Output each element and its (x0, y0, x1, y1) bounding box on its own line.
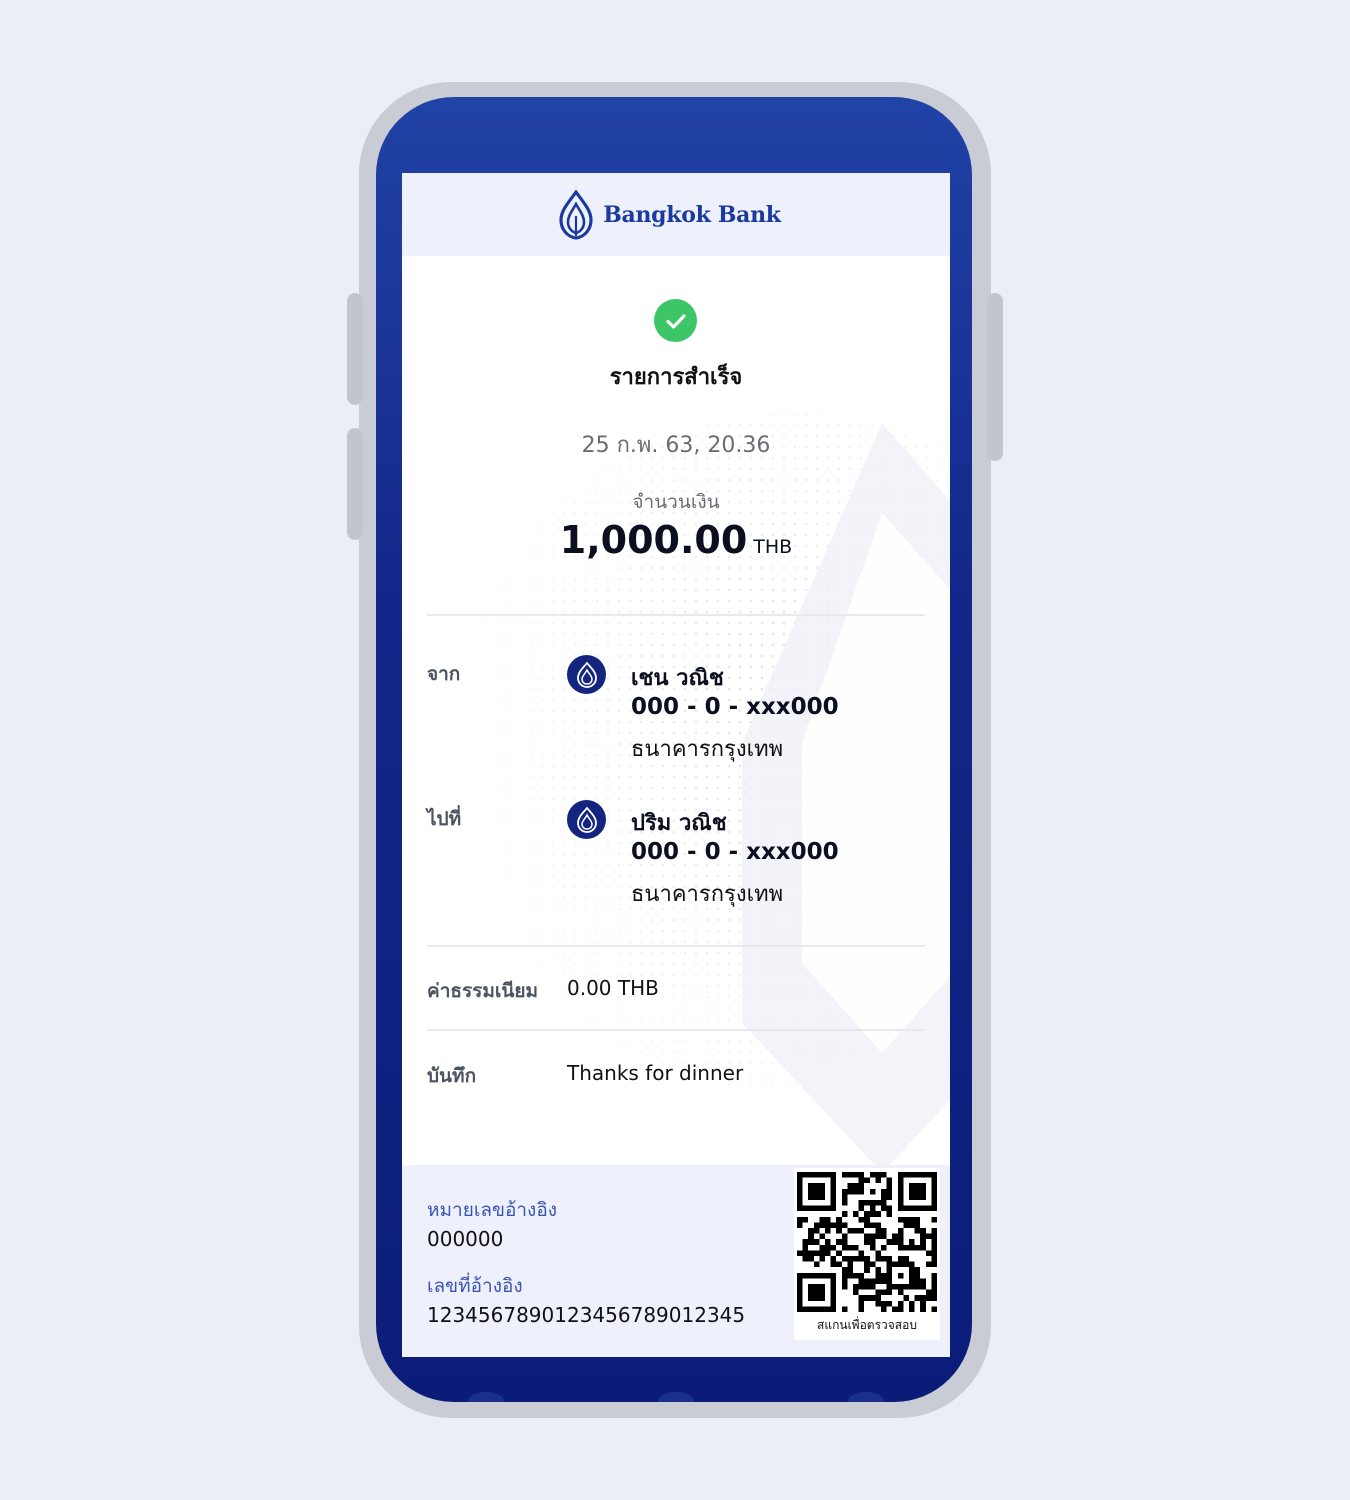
reference-number-label: เลขที่อ้างอิง (427, 1275, 523, 1297)
check-icon (654, 299, 697, 342)
from-account: 000 - 0 - xxx000 (631, 694, 839, 720)
from-name: เชน วณิช (631, 666, 724, 691)
slip-footer: หมายเลขอ้างอิง 000000 เลขที่อ้างอิง 1234… (402, 1165, 950, 1357)
to-name: ปริม วณิช (631, 811, 727, 836)
divider (427, 1029, 925, 1031)
brand-name: Bangkok Bank (603, 201, 781, 228)
amount-row: 1,000.00 THB (402, 518, 950, 562)
amount-value: 1,000.00 (559, 518, 748, 562)
fee-label: ค่าธรรมเนียม (427, 980, 539, 1002)
from-label: จาก (427, 663, 461, 685)
to-bank: ธนาคารกรุงเทพ (631, 882, 784, 907)
slip-header: Bangkok Bank (402, 173, 950, 256)
transfer-slip: Bangkok Bank รายการสำเร็จ 25 ก.พ. 63, 20… (402, 173, 950, 1357)
reference-label: หมายเลขอ้างอิง (427, 1199, 558, 1221)
brand-logo: Bangkok Bank (557, 189, 781, 240)
volume-down-button (347, 428, 363, 540)
transaction-datetime: 25 ก.พ. 63, 20.36 (581, 433, 771, 458)
qr-code[interactable]: สแกนเพื่อตรวจสอบ (794, 1168, 940, 1340)
from-bank-icon (567, 655, 606, 694)
qr-caption: สแกนเพื่อตรวจสอบ (817, 1318, 917, 1332)
divider (427, 945, 925, 947)
fee-value: 0.00 THB (567, 976, 659, 1000)
amount-label: จำนวนเงิน (632, 491, 720, 513)
reference-value: 000000 (427, 1227, 504, 1251)
reference-number-value: 1234567890123456789012345 (427, 1303, 746, 1327)
divider (427, 614, 925, 616)
memo-label: บันทึก (427, 1065, 477, 1087)
volume-up-button (347, 293, 363, 405)
status-title: รายการสำเร็จ (609, 365, 743, 390)
lotus-logo-icon (559, 189, 593, 240)
to-account: 000 - 0 - xxx000 (631, 839, 839, 865)
from-bank: ธนาคารกรุงเทพ (631, 737, 784, 762)
amount-currency: THB (753, 536, 793, 558)
to-bank-icon (567, 800, 606, 839)
qr-code-icon (797, 1172, 937, 1312)
memo-value: Thanks for dinner (567, 1061, 744, 1085)
power-button (987, 293, 1003, 461)
bottom-nav-hint (376, 1392, 972, 1402)
to-label: ไปที่ (427, 808, 462, 830)
